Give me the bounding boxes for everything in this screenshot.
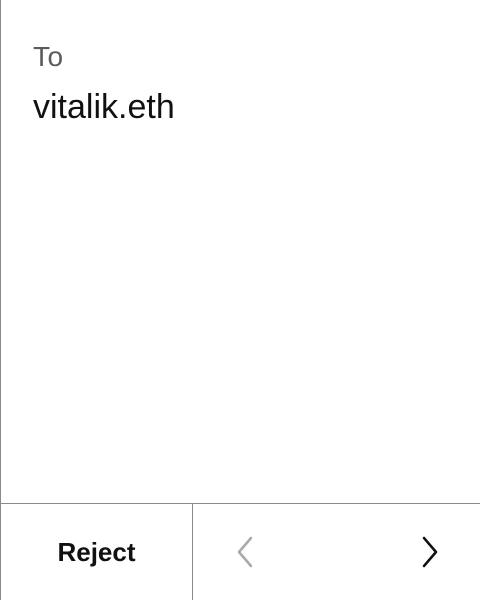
- recipient-section: To vitalik.eth: [33, 40, 456, 128]
- next-page-button[interactable]: [394, 504, 466, 600]
- recipient-label: To: [33, 41, 64, 72]
- previous-page-button[interactable]: [209, 504, 281, 600]
- transaction-review-screen: To vitalik.eth Reject: [0, 0, 480, 600]
- recipient-address: vitalik.eth: [33, 88, 175, 126]
- chevron-right-icon: [420, 536, 440, 568]
- action-footer: Reject: [1, 503, 480, 600]
- pagination-controls: [193, 504, 480, 600]
- reject-button[interactable]: Reject: [1, 504, 193, 600]
- chevron-left-icon: [235, 536, 255, 568]
